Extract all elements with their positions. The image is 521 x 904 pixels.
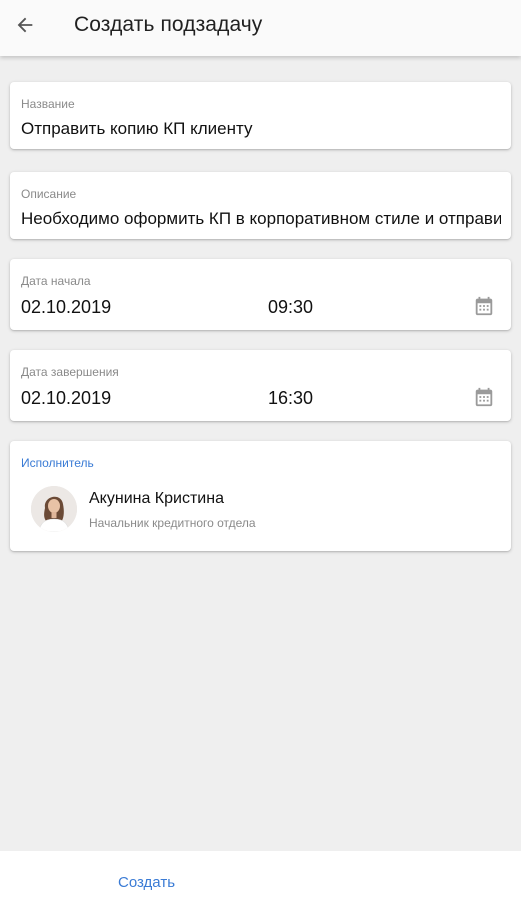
create-button[interactable]: Создать xyxy=(118,874,175,891)
end-calendar-button[interactable] xyxy=(473,386,495,408)
assignee-card[interactable]: Исполнитель Акунина Кристина Начальник к… xyxy=(10,441,511,551)
end-time-value[interactable]: 16:30 xyxy=(268,388,313,409)
start-calendar-button[interactable] xyxy=(473,295,495,317)
description-field[interactable]: Описание Необходимо оформить КП в корпор… xyxy=(10,172,511,239)
description-field-label: Описание xyxy=(21,187,77,201)
end-date-value[interactable]: 02.10.2019 xyxy=(21,388,111,409)
assignee-name: Акунина Кристина xyxy=(89,490,224,507)
assignee-label: Исполнитель xyxy=(21,456,94,470)
name-field[interactable]: Название Отправить копию КП клиенту xyxy=(10,82,511,149)
end-date-field[interactable]: Дата завершения 02.10.2019 16:30 xyxy=(10,350,511,421)
assignee-role: Начальник кредитного отдела xyxy=(89,516,256,530)
bottom-bar: Создать xyxy=(0,851,521,904)
avatar xyxy=(31,486,77,532)
start-time-value[interactable]: 09:30 xyxy=(268,297,313,318)
start-date-field[interactable]: Дата начала 02.10.2019 09:30 xyxy=(10,259,511,330)
end-date-label: Дата завершения xyxy=(21,365,119,379)
calendar-icon xyxy=(475,296,493,316)
page-title: Создать подзадачу xyxy=(74,13,263,36)
description-field-value[interactable]: Необходимо оформить КП в корпоративном с… xyxy=(21,209,501,229)
person-photo-icon xyxy=(31,486,77,532)
arrow-left-icon xyxy=(17,17,33,33)
calendar-icon xyxy=(475,387,493,407)
start-date-value[interactable]: 02.10.2019 xyxy=(21,297,111,318)
name-field-label: Название xyxy=(21,97,75,111)
app-bar: Создать подзадачу xyxy=(0,0,521,56)
start-date-label: Дата начала xyxy=(21,274,91,288)
back-button[interactable] xyxy=(10,10,40,40)
name-field-value[interactable]: Отправить копию КП клиенту xyxy=(21,119,501,139)
